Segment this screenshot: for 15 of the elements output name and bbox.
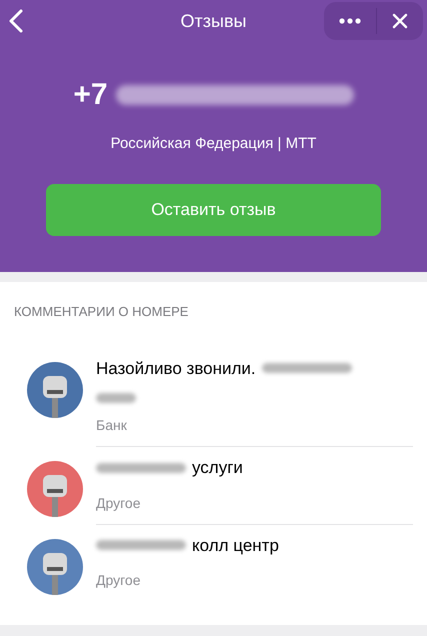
- comment-category: Другое: [96, 571, 140, 590]
- back-icon[interactable]: [8, 8, 24, 34]
- comment-text: Назойливо звонили.: [96, 358, 256, 380]
- screen-title: Отзывы: [180, 10, 246, 32]
- section-title: КОММЕНТАРИИ О НОМЕРЕ: [14, 303, 188, 321]
- close-icon[interactable]: [392, 13, 408, 29]
- operator-label: Российская Федерация | МТТ: [110, 134, 316, 154]
- comment-text: колл центр: [192, 534, 279, 556]
- more-icon[interactable]: [339, 18, 361, 24]
- phone-number: +7: [73, 77, 108, 113]
- comment-category: Банк: [96, 416, 127, 435]
- comment-category: Другое: [96, 494, 140, 513]
- leave-review-button[interactable]: Оставить отзыв: [46, 184, 381, 236]
- comment-text: услуги: [192, 457, 243, 479]
- redacted-text: [96, 393, 136, 403]
